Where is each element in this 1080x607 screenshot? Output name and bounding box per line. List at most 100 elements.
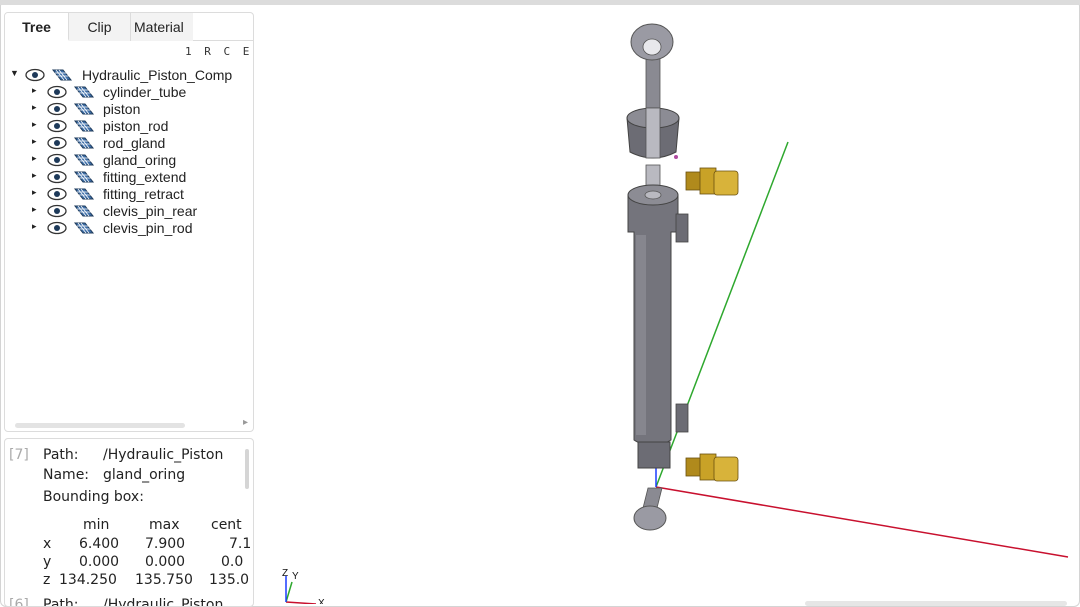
fitting-extend[interactable] [685, 167, 739, 196]
x-axis-line [655, 486, 1069, 558]
expand-right-icon[interactable]: ▸ [32, 187, 37, 198]
mesh-icon[interactable] [73, 136, 95, 150]
expand-right-icon[interactable]: ▸ [32, 136, 37, 147]
scene-tree: ▼ Hydraulic_Piston_Comp ▸ cylinder_tube ▸ p… [5, 67, 253, 237]
viewport-scrollbar[interactable] [805, 601, 1067, 606]
tab-material[interactable]: Material [131, 13, 193, 41]
y-cent: 0.0 [221, 554, 244, 570]
row-axis-x: x [43, 536, 52, 552]
eye-icon[interactable] [47, 136, 67, 150]
x-max: 7.900 [145, 536, 186, 552]
header-max: max [149, 517, 180, 533]
panel-tabs: Tree Clip Material [5, 13, 253, 41]
mesh-icon[interactable] [73, 221, 95, 235]
tree-root-label: Hydraulic_Piston_Comp [82, 67, 233, 83]
mesh-icon[interactable] [73, 102, 95, 116]
tree-item-label: clevis_pin_rod [103, 220, 193, 236]
expand-right-icon[interactable]: ▸ [32, 119, 37, 130]
tree-item-label: fitting_retract [103, 186, 184, 202]
next-path-value: /Hydraulic_Piston [103, 597, 224, 607]
info-vertical-scrollbar[interactable] [245, 449, 249, 489]
expand-right-icon[interactable]: ▸ [32, 102, 37, 113]
horizontal-scrollbar[interactable] [15, 423, 185, 428]
eye-icon[interactable] [47, 119, 67, 133]
3d-viewport[interactable]: Z Y X [256, 6, 1076, 604]
tree-root-row[interactable]: ▼ Hydraulic_Piston_Comp [5, 67, 253, 84]
tree-item-label: cylinder_tube [103, 84, 187, 100]
tree-item[interactable]: ▸ clevis_pin_rear [5, 203, 253, 220]
tab-clip[interactable]: Clip [69, 13, 131, 41]
expand-right-icon[interactable]: ▸ [32, 85, 37, 96]
eye-icon[interactable] [47, 204, 67, 218]
x-cent: 7.1 [229, 536, 252, 552]
clevis-pin-rear[interactable] [633, 487, 667, 531]
triad-z-label: Z [282, 568, 288, 579]
mesh-icon[interactable] [73, 187, 95, 201]
window-top-border [0, 0, 1080, 5]
selection-marker [674, 155, 678, 159]
tree-item[interactable]: ▸ piston [5, 101, 253, 118]
name-value: gland_oring [103, 467, 186, 483]
tree-item-label: rod_gland [103, 135, 166, 151]
path-value: /Hydraulic_Piston [103, 447, 224, 463]
eye-icon[interactable] [47, 170, 67, 184]
rod-clevis-top[interactable] [630, 23, 674, 116]
next-path-label: Path: [43, 597, 79, 607]
tree-item-label: piston_rod [103, 118, 169, 134]
expand-right-icon[interactable]: ▸ [32, 204, 37, 215]
fitting-retract[interactable] [685, 453, 739, 482]
tree-item-label: gland_oring [103, 152, 177, 168]
tree-item-label: fitting_extend [103, 169, 187, 185]
rod-gland[interactable] [626, 107, 680, 159]
eye-icon[interactable] [47, 102, 67, 116]
next-info-index: [6] [9, 597, 29, 607]
tree-item[interactable]: ▸ fitting_extend [5, 169, 253, 186]
info-index: [7] [9, 447, 29, 463]
eye-icon[interactable] [47, 153, 67, 167]
z-max: 135.750 [135, 572, 193, 588]
row-axis-z: z [43, 572, 51, 588]
eye-icon[interactable] [47, 187, 67, 201]
tree-item[interactable]: ▸ clevis_pin_rod [5, 220, 253, 237]
mesh-icon[interactable] [51, 68, 73, 82]
column-headers: 1 R C E [185, 45, 253, 58]
tree-item-label: piston [103, 101, 141, 117]
header-min: min [83, 517, 110, 533]
tree-item-label: clevis_pin_rear [103, 203, 198, 219]
scene-tree-panel: Tree Clip Material 1 R C E ▼ Hydraulic_P… [4, 12, 254, 432]
tree-item[interactable]: ▸ gland_oring [5, 152, 253, 169]
expand-right-icon[interactable]: ▸ [32, 170, 37, 181]
expand-right-icon[interactable]: ▸ [32, 221, 37, 232]
expand-down-icon[interactable]: ▼ [10, 68, 19, 78]
path-label: Path: [43, 447, 79, 463]
tree-item[interactable]: ▸ piston_rod [5, 118, 253, 135]
mesh-icon[interactable] [73, 153, 95, 167]
y-min: 0.000 [79, 554, 120, 570]
z-cent: 135.0 [209, 572, 250, 588]
header-cent: cent [211, 517, 242, 533]
mesh-icon[interactable] [73, 119, 95, 133]
selection-info-panel: [7] Path: /Hydraulic_Piston Name: gland_… [4, 438, 254, 607]
bounding-box-label: Bounding box: [43, 489, 144, 505]
triad-y-label: Y [292, 571, 299, 582]
axes-triad [285, 576, 317, 604]
expand-right-icon[interactable]: ▸ [32, 153, 37, 164]
cylinder-tube[interactable] [627, 184, 689, 469]
scroll-right-arrow-icon[interactable]: ▸ [243, 417, 248, 428]
triad-x-label: X [318, 598, 325, 604]
row-axis-y: y [43, 554, 52, 570]
mesh-icon[interactable] [73, 85, 95, 99]
tab-tree[interactable]: Tree [5, 13, 69, 41]
eye-icon[interactable] [47, 85, 67, 99]
mesh-icon[interactable] [73, 170, 95, 184]
tree-item[interactable]: ▸ rod_gland [5, 135, 253, 152]
eye-icon[interactable] [47, 221, 67, 235]
tree-item[interactable]: ▸ fitting_retract [5, 186, 253, 203]
eye-icon[interactable] [25, 68, 45, 82]
x-min: 6.400 [79, 536, 120, 552]
name-label: Name: [43, 467, 90, 483]
y-max: 0.000 [145, 554, 186, 570]
z-min: 134.250 [59, 572, 117, 588]
tree-item[interactable]: ▸ cylinder_tube [5, 84, 253, 101]
mesh-icon[interactable] [73, 204, 95, 218]
